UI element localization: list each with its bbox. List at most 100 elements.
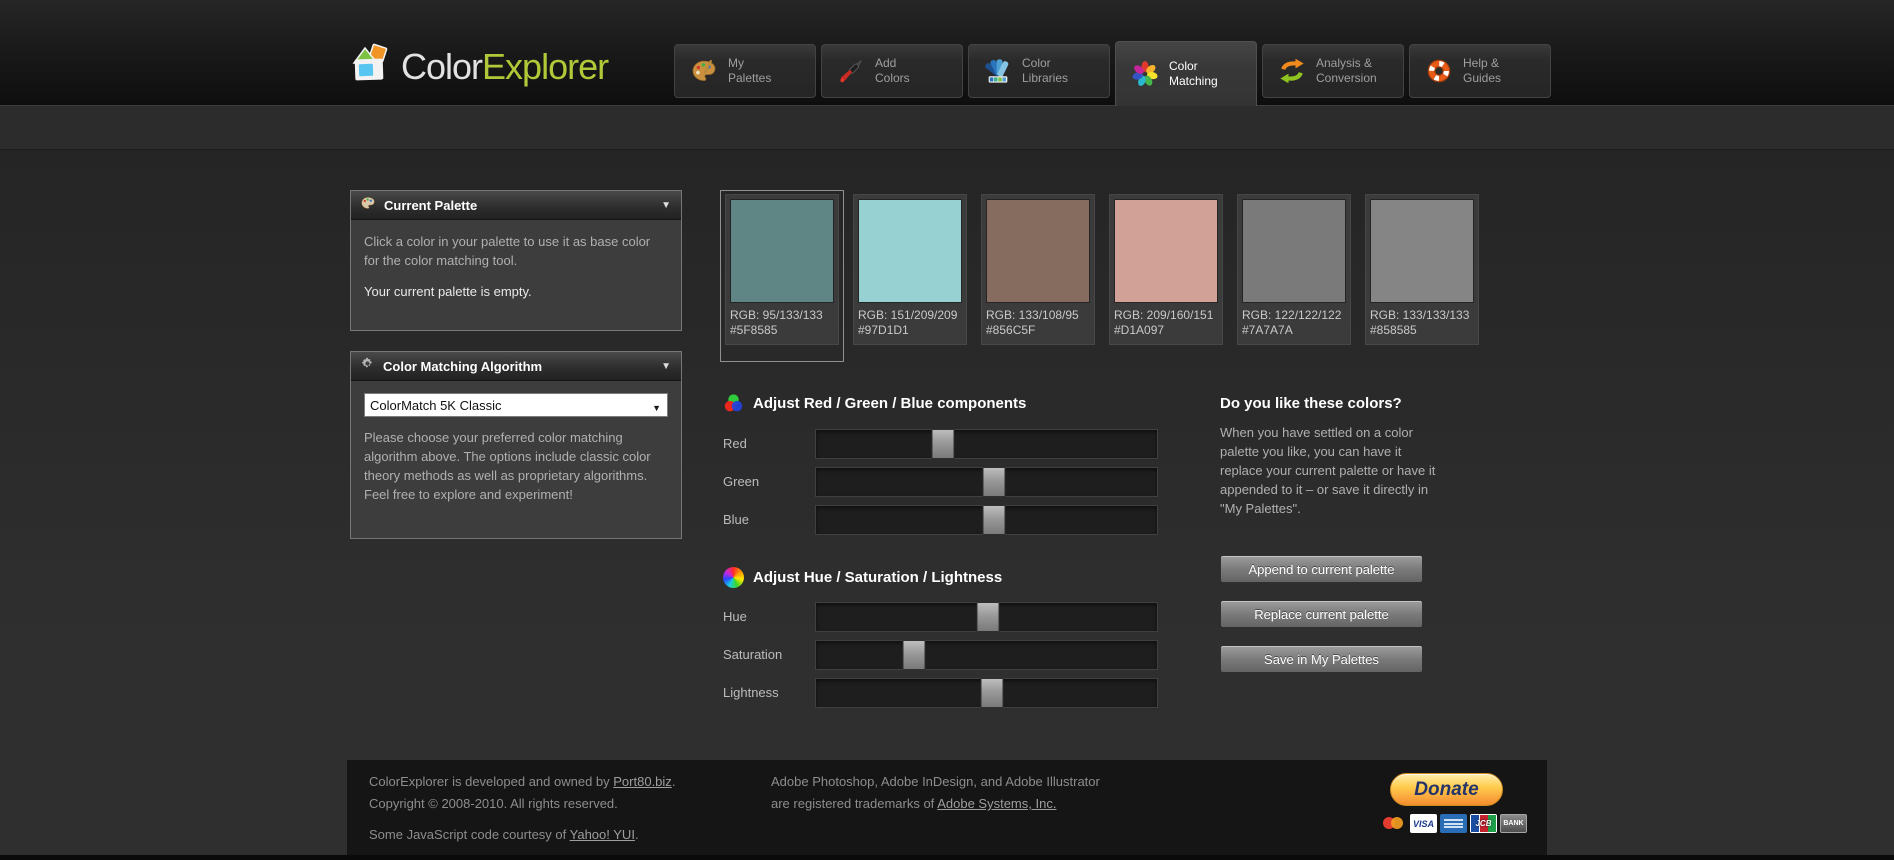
swatch-card[interactable]: RGB: 209/160/151 #D1A097	[1109, 194, 1223, 345]
visa-icon: VISA	[1410, 814, 1437, 833]
tab-label: Help &Guides	[1463, 56, 1501, 86]
chevron-down-icon[interactable]: ▼	[661, 361, 671, 372]
logo-icon	[349, 42, 391, 91]
swatch-color	[858, 199, 962, 303]
current-palette-header[interactable]: Current Palette ▼	[351, 191, 681, 220]
mastercard-icon	[1380, 814, 1407, 833]
swatch-card[interactable]: RGB: 151/209/209 #97D1D1	[853, 194, 967, 345]
matched-swatch-row: RGB: 95/133/133 #5F8585 RGB: 151/209/209…	[725, 194, 1479, 345]
tab-my-palettes[interactable]: MyPalettes	[674, 44, 816, 98]
swatch-hex-label: #5F8585	[730, 323, 834, 338]
main-nav: MyPalettes AddColors	[674, 44, 1551, 106]
saturation-slider-handle[interactable]	[903, 640, 926, 670]
append-to-palette-button[interactable]: Append to current palette	[1220, 555, 1423, 583]
tab-color-matching[interactable]: ColorMatching	[1115, 41, 1257, 106]
save-in-my-palettes-button[interactable]: Save in My Palettes	[1220, 645, 1423, 673]
red-slider-track[interactable]	[815, 429, 1158, 459]
red-slider-handle[interactable]	[932, 429, 955, 459]
palette-empty-status: Your current palette is empty.	[364, 282, 668, 301]
conversion-arrows-icon	[1278, 57, 1306, 85]
palette-small-icon	[360, 195, 376, 216]
main-area: Current Palette ▼ Click a color in your …	[0, 150, 1894, 855]
color-flower-icon	[1131, 60, 1159, 88]
bank-icon: BANK	[1500, 814, 1527, 833]
swatch-slot: RGB: 95/133/133 #5F8585	[725, 194, 839, 345]
port80-link[interactable]: Port80.biz	[613, 774, 672, 789]
yahoo-yui-link[interactable]: Yahoo! YUI	[570, 827, 635, 842]
swatch-slot: RGB: 209/160/151 #D1A097	[1109, 194, 1223, 345]
slider-label: Lightness	[723, 685, 779, 700]
slider-label: Blue	[723, 512, 749, 527]
swatch-card[interactable]: RGB: 95/133/133 #5F8585	[725, 194, 839, 345]
blue-slider-track[interactable]	[815, 505, 1158, 535]
swatch-hex-label: #D1A097	[1114, 323, 1218, 338]
logo-text: ColorExplorer	[401, 46, 608, 88]
jcb-icon: JCB	[1470, 814, 1497, 833]
logo[interactable]: ColorExplorer	[349, 42, 608, 91]
donate-button[interactable]: Donate	[1390, 773, 1503, 806]
swatch-hex-label: #858585	[1370, 323, 1474, 338]
save-description: When you have settled on a color palette…	[1220, 423, 1436, 518]
site-header: ColorExplorer MyPalettes	[0, 0, 1894, 105]
rgb-section-heading: Adjust Red / Green / Blue components	[723, 393, 1026, 414]
footer-owner-line: ColorExplorer is developed and owned by …	[369, 774, 675, 789]
palette-icon	[690, 57, 718, 85]
footer-copyright: Copyright © 2008-2010. All rights reserv…	[369, 796, 618, 811]
swatch-rgb-label: RGB: 133/133/133	[1370, 308, 1474, 323]
swatch-card[interactable]: RGB: 122/122/122 #7A7A7A	[1237, 194, 1351, 345]
hue-slider-handle[interactable]	[976, 602, 999, 632]
footer-js-credit: Some JavaScript code courtesy of Yahoo! …	[369, 827, 639, 842]
amex-icon	[1440, 814, 1467, 833]
swatch-slot: RGB: 151/209/209 #97D1D1	[853, 194, 967, 345]
algorithm-panel-body: ColorMatch 5K Classic Please choose your…	[351, 381, 681, 538]
tab-help-guides[interactable]: Help &Guides	[1409, 44, 1551, 98]
swatch-color	[986, 199, 1090, 303]
algorithm-select-wrap: ColorMatch 5K Classic	[364, 393, 668, 417]
algorithm-select[interactable]: ColorMatch 5K Classic	[364, 393, 668, 417]
footer: ColorExplorer is developed and owned by …	[347, 760, 1547, 855]
swatch-slot: RGB: 133/133/133 #858585	[1365, 194, 1479, 345]
slider-label: Hue	[723, 609, 747, 624]
swatch-rgb-label: RGB: 209/160/151	[1114, 308, 1218, 323]
tab-label: Analysis &Conversion	[1316, 56, 1377, 86]
tab-label: ColorMatching	[1169, 59, 1218, 89]
swatch-rgb-label: RGB: 95/133/133	[730, 308, 834, 323]
gear-icon	[360, 356, 375, 376]
swatch-hex-label: #7A7A7A	[1242, 323, 1346, 338]
swatch-card[interactable]: RGB: 133/108/95 #856C5F	[981, 194, 1095, 345]
tab-analysis-conversion[interactable]: Analysis &Conversion	[1262, 44, 1404, 98]
replace-palette-button[interactable]: Replace current palette	[1220, 600, 1423, 628]
panel-title: Color Matching Algorithm	[383, 359, 653, 374]
saturation-slider-track[interactable]	[815, 640, 1158, 670]
tab-add-colors[interactable]: AddColors	[821, 44, 963, 98]
green-slider-track[interactable]	[815, 467, 1158, 497]
payment-card-icons: VISA JCB BANK	[1380, 814, 1527, 833]
sub-header-strip	[0, 105, 1894, 150]
blue-slider-handle[interactable]	[983, 505, 1006, 535]
tab-label: MyPalettes	[728, 56, 771, 86]
green-slider-handle[interactable]	[983, 467, 1006, 497]
bottom-bar	[0, 855, 1894, 860]
save-heading: Do you like these colors?	[1220, 395, 1436, 412]
save-palette-column: Do you like these colors? When you have …	[1220, 395, 1436, 518]
swatch-hex-label: #97D1D1	[858, 323, 962, 338]
adobe-systems-link[interactable]: Adobe Systems, Inc.	[937, 796, 1056, 811]
current-palette-panel: Current Palette ▼ Click a color in your …	[350, 190, 682, 331]
algorithm-panel-header[interactable]: Color Matching Algorithm ▼	[351, 352, 681, 381]
tab-color-libraries[interactable]: ColorLibraries	[968, 44, 1110, 98]
chevron-down-icon[interactable]: ▼	[661, 200, 671, 211]
lightness-slider-track[interactable]	[815, 678, 1158, 708]
footer-adobe-line1: Adobe Photoshop, Adobe InDesign, and Ado…	[771, 774, 1100, 789]
color-wheel-icon	[723, 567, 744, 588]
tab-label: AddColors	[875, 56, 910, 86]
slider-label: Red	[723, 436, 747, 451]
swatch-card[interactable]: RGB: 133/133/133 #858585	[1365, 194, 1479, 345]
panel-title: Current Palette	[384, 198, 653, 213]
swatch-color	[1242, 199, 1346, 303]
current-palette-body: Click a color in your palette to use it …	[351, 220, 681, 330]
hue-slider-track[interactable]	[815, 602, 1158, 632]
lifebuoy-icon	[1425, 57, 1453, 85]
swatch-hex-label: #856C5F	[986, 323, 1090, 338]
lightness-slider-handle[interactable]	[980, 678, 1003, 708]
eyedropper-icon	[837, 57, 865, 85]
